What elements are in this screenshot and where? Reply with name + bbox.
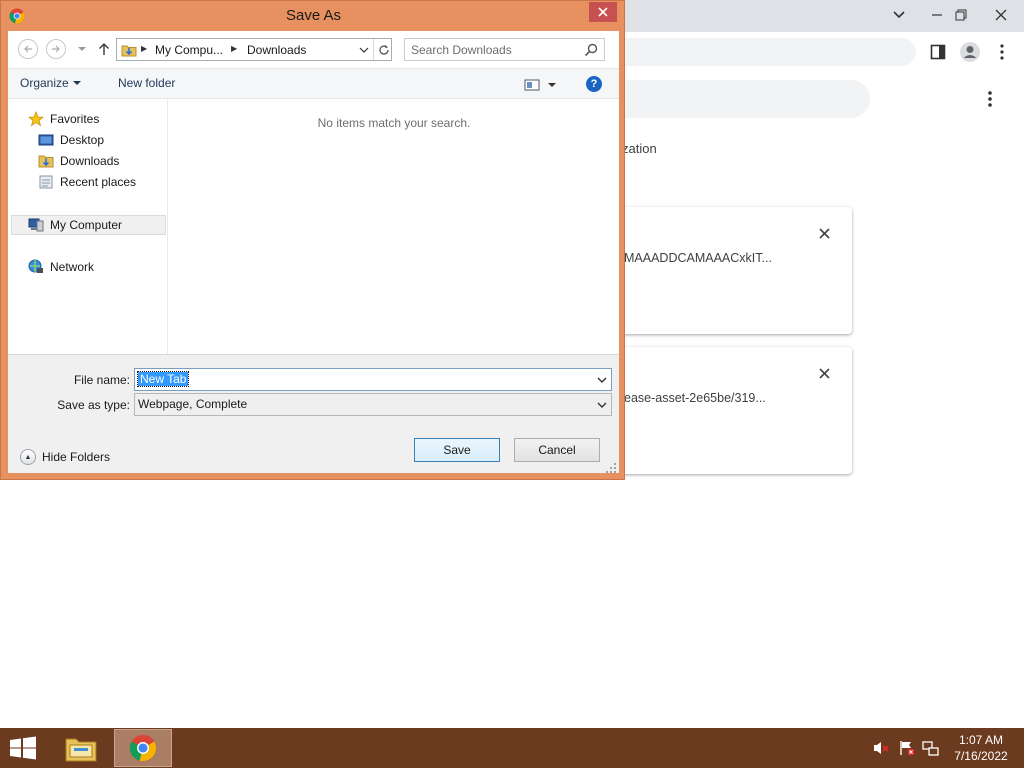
breadcrumb-item[interactable]: My Compu...	[155, 43, 223, 57]
side-panel-icon[interactable]	[926, 40, 950, 64]
network-icon	[28, 259, 44, 275]
recent-places-icon	[38, 174, 54, 190]
chevron-down-icon[interactable]	[597, 399, 607, 411]
nav-desktop[interactable]: Desktop	[38, 130, 104, 150]
save-type-label: Save as type:	[57, 398, 130, 412]
nav-my-computer-label: My Computer	[50, 218, 123, 232]
resize-grip-icon[interactable]	[606, 462, 616, 473]
chevron-up-icon: ▲	[20, 449, 36, 465]
nav-recent-places-label: Recent places	[60, 175, 137, 189]
save-form: File name: New Tab Save as type: Webpage…	[8, 354, 619, 473]
downloads-folder-icon	[38, 153, 54, 169]
windows-start-icon[interactable]	[8, 736, 40, 760]
nav-downloads-label: Downloads	[60, 154, 120, 168]
change-view-button[interactable]	[524, 76, 560, 94]
desktop-icon	[38, 132, 54, 148]
file-name-label: File name:	[73, 373, 130, 387]
organize-label: Organize	[20, 76, 69, 90]
system-clock[interactable]: 1:07 AM 7/16/2022	[946, 732, 1016, 764]
organize-button[interactable]: Organize	[20, 76, 81, 90]
chevron-down-icon	[72, 80, 81, 85]
search-box[interactable]	[404, 38, 605, 61]
search-input[interactable]	[411, 42, 581, 57]
nav-downloads[interactable]: Downloads	[38, 151, 119, 171]
navigation-pane: Favorites Desktop Downloads Recent place…	[8, 100, 168, 354]
taskbar: 1:07 AM 7/16/2022	[0, 728, 1024, 768]
minimize-icon[interactable]	[924, 4, 950, 26]
computer-icon	[28, 217, 44, 233]
save-type-select[interactable]: Webpage, Complete	[134, 393, 612, 416]
downloads-folder-icon	[121, 42, 137, 58]
file-name-value[interactable]: New Tab	[136, 371, 190, 387]
up-arrow-icon[interactable]	[96, 40, 112, 58]
menu-icon[interactable]	[990, 40, 1014, 64]
network-tray-icon[interactable]	[922, 740, 940, 756]
tab-search-icon[interactable]	[886, 4, 912, 26]
command-bar: Organize New folder ?	[8, 68, 619, 99]
download-filename[interactable]: MAAADDCAMAAACxkIT...	[624, 251, 772, 265]
downloads-search-bar[interactable]	[600, 80, 870, 118]
profile-avatar-icon[interactable]	[958, 40, 982, 64]
forward-arrow-icon[interactable]	[46, 39, 66, 59]
address-bar[interactable]	[600, 38, 916, 66]
view-icon	[524, 79, 540, 91]
download-card: MAAADDCAMAAACxkIT...	[612, 207, 852, 334]
save-type-value: Webpage, Complete	[138, 397, 248, 411]
nav-network-label: Network	[50, 260, 95, 274]
clock-time: 1:07 AM	[958, 733, 1004, 747]
volume-muted-icon[interactable]	[872, 740, 890, 756]
navigation-bar: ▶ My Compu... ▶ Downloads	[8, 31, 619, 67]
downloads-more-icon[interactable]	[978, 86, 1002, 112]
action-center-flag-icon[interactable]	[898, 740, 916, 756]
download-card: ease-asset-2e65be/319...	[612, 347, 852, 474]
search-icon[interactable]	[583, 42, 599, 58]
dialog-close-button[interactable]	[589, 2, 617, 22]
help-icon[interactable]: ?	[586, 76, 602, 92]
nav-favorites-label: Favorites	[50, 112, 100, 126]
nav-my-computer[interactable]: My Computer	[28, 215, 122, 235]
file-name-field[interactable]: New Tab	[134, 368, 612, 391]
back-arrow-icon[interactable]	[18, 39, 38, 59]
nav-desktop-label: Desktop	[60, 133, 105, 147]
nav-recent-places[interactable]: Recent places	[38, 172, 136, 192]
chrome-taskbar-icon[interactable]	[114, 729, 172, 767]
page-text-fragment: zation	[622, 141, 657, 156]
remove-download-icon[interactable]	[814, 223, 834, 243]
close-icon[interactable]	[988, 4, 1014, 26]
chevron-down-icon[interactable]	[597, 374, 607, 386]
new-folder-button[interactable]: New folder	[118, 76, 175, 90]
breadcrumb[interactable]: ▶ My Compu... ▶ Downloads	[116, 38, 392, 61]
save-as-dialog: Save As ▶ My Compu... ▶ Downloads Search…	[0, 0, 625, 480]
breadcrumb-item[interactable]: Downloads	[247, 43, 306, 57]
chevron-down-icon[interactable]	[357, 42, 371, 57]
nav-favorites[interactable]: Favorites	[28, 109, 99, 129]
chevron-down-icon	[548, 82, 556, 87]
refresh-icon[interactable]	[373, 39, 393, 60]
remove-download-icon[interactable]	[814, 363, 834, 383]
star-icon	[28, 111, 44, 127]
dialog-title: Save As	[285, 7, 342, 24]
dialog-body: ▶ My Compu... ▶ Downloads Or	[8, 31, 619, 473]
save-button[interactable]: Save	[414, 438, 500, 462]
restore-icon[interactable]	[948, 4, 974, 26]
hide-folders-button[interactable]: ▲ Hide Folders	[20, 449, 110, 465]
download-filename[interactable]: ease-asset-2e65be/319...	[624, 391, 766, 405]
recent-locations-icon[interactable]	[76, 41, 88, 57]
file-list[interactable]: No items match your search.	[169, 100, 619, 354]
cancel-button[interactable]: Cancel	[514, 438, 600, 462]
clock-date: 7/16/2022	[954, 749, 1008, 763]
nav-network[interactable]: Network	[28, 257, 94, 277]
empty-message: No items match your search.	[317, 116, 471, 130]
file-explorer-icon[interactable]	[58, 730, 104, 766]
hide-folders-label: Hide Folders	[42, 450, 111, 464]
